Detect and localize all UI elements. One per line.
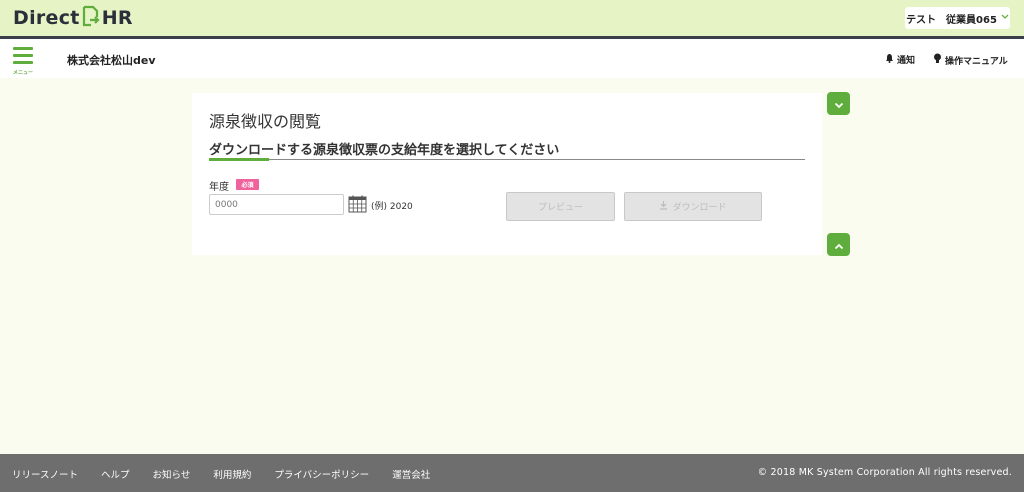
footer-link-privacy[interactable]: プライバシーポリシー (274, 467, 369, 481)
menu-label: メニュー (12, 70, 33, 76)
footer-link-news[interactable]: お知らせ (153, 467, 191, 481)
hamburger-icon-bar (13, 61, 33, 64)
chevron-up-icon (834, 235, 844, 254)
footer: リリースノート ヘルプ お知らせ 利用規約 プライバシーポリシー 運営会社 © … (0, 454, 1024, 492)
company-name: 株式会社松山dev (67, 54, 156, 67)
section-divider (209, 159, 805, 160)
preview-button-label: プレビュー (537, 203, 583, 213)
bell-icon (885, 53, 894, 66)
download-icon (659, 200, 668, 213)
year-example: (例) 2020 (371, 202, 413, 212)
manual-link[interactable]: 操作マニュアル (933, 53, 1008, 67)
footer-link-release-notes[interactable]: リリースノート (12, 467, 78, 481)
notification-label: 通知 (897, 56, 916, 66)
copyright: © 2018 MK System Corporation All rights … (757, 467, 1012, 478)
footer-links: リリースノート ヘルプ お知らせ 利用規約 プライバシーポリシー 運営会社 (12, 467, 430, 481)
hamburger-menu-button[interactable]: メニュー (12, 45, 34, 77)
footer-link-help[interactable]: ヘルプ (101, 467, 130, 481)
section-accent-bar (209, 158, 269, 161)
top-bar (0, 0, 1024, 36)
app-logo[interactable]: Direct HR (13, 5, 133, 32)
logo-text-right: HR (101, 7, 133, 29)
chevron-down-icon (1001, 13, 1009, 23)
hamburger-icon (13, 47, 33, 50)
expand-button[interactable] (827, 92, 850, 115)
calendar-icon[interactable] (348, 195, 367, 213)
download-button-label: ダウンロード (672, 203, 727, 213)
preview-button[interactable]: プレビュー (506, 192, 615, 221)
download-button[interactable]: ダウンロード (624, 192, 762, 221)
footer-link-company[interactable]: 運営会社 (392, 467, 430, 481)
year-label: 年度 (209, 182, 229, 193)
document-logo-icon (81, 5, 101, 32)
section-title: ダウンロードする源泉徴収票の支給年度を選択してください (209, 143, 560, 158)
footer-link-terms[interactable]: 利用規約 (213, 467, 251, 481)
required-badge: 必須 (236, 179, 259, 190)
hamburger-icon-bar (13, 54, 33, 57)
collapse-button[interactable] (827, 233, 850, 256)
logo-text-left: Direct (13, 7, 80, 29)
chevron-down-icon (834, 94, 844, 113)
page-title: 源泉徴収の閲覧 (209, 112, 322, 131)
user-name: テスト 従業員065 (906, 14, 997, 26)
manual-label: 操作マニュアル (945, 56, 1008, 67)
notification-link[interactable]: 通知 (885, 53, 915, 66)
user-menu-button[interactable]: テスト 従業員065 (905, 7, 1010, 29)
lightbulb-icon (933, 53, 942, 67)
year-input[interactable] (209, 194, 344, 215)
